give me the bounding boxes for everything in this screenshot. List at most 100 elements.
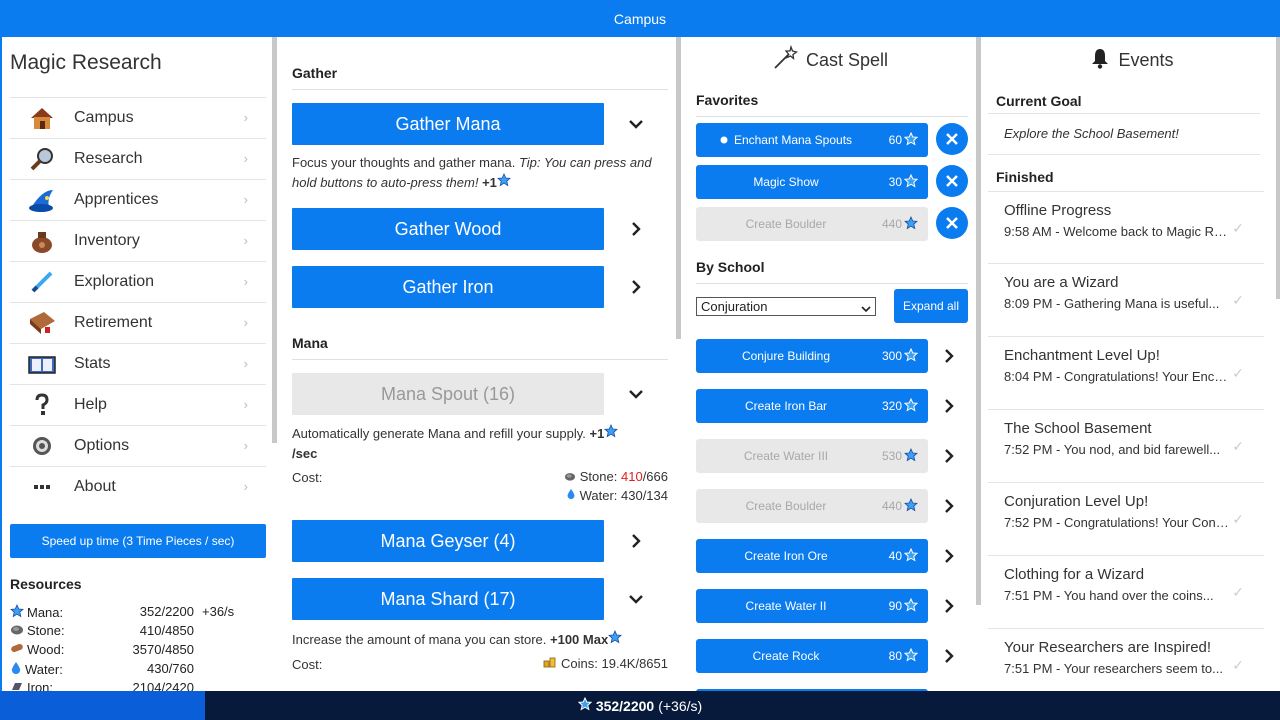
mana-star-icon: [903, 647, 919, 665]
magnifier-icon: [24, 144, 60, 174]
chevron-down-icon[interactable]: [624, 112, 648, 136]
current-goal-heading: Current Goal: [996, 93, 1082, 109]
spell-cost: 80: [888, 649, 902, 663]
spell-name: Magic Show: [753, 175, 819, 189]
spell-name: Create Boulder: [745, 217, 827, 231]
chevron-right-icon: ›: [243, 110, 248, 125]
mana-star-icon: [903, 173, 919, 191]
remove-favorite-button[interactable]: [936, 207, 968, 239]
spells-scrollbar[interactable]: [976, 37, 981, 605]
chevron-right-icon[interactable]: [624, 529, 648, 553]
chevron-right-icon[interactable]: [940, 494, 958, 518]
bell-icon: [1090, 47, 1110, 74]
resource-name: Iron:: [27, 680, 54, 691]
nav-label: About: [74, 478, 116, 495]
event-item[interactable]: Enchantment Level Up! 8:04 PM - Congratu…: [988, 337, 1264, 410]
chevron-right-icon[interactable]: [624, 217, 648, 241]
nav-label: Inventory: [74, 232, 140, 249]
resource-row-mana: Mana: 352/2200 +36/s: [10, 604, 266, 623]
mana-progress-fill: [0, 691, 205, 720]
spell-cost: 90: [888, 599, 902, 613]
mana-spout-button[interactable]: Mana Spout (16): [292, 373, 604, 415]
event-title: The School Basement: [1004, 420, 1152, 437]
chevron-right-icon: ›: [243, 315, 248, 330]
nav-label: Help: [74, 396, 107, 413]
chevron-down-icon[interactable]: [624, 587, 648, 611]
mana-star-icon: [904, 447, 918, 465]
resource-name: Water:: [25, 662, 63, 677]
spell-button-create-iron-bar[interactable]: Create Iron Bar 320: [696, 389, 928, 423]
mana-star-icon: [904, 215, 918, 233]
chevron-right-icon: ›: [243, 356, 248, 371]
event-title: Conjuration Level Up!: [1004, 493, 1149, 510]
check-icon: ✓: [1232, 365, 1244, 381]
chevron-right-icon[interactable]: [940, 344, 958, 368]
event-item[interactable]: Offline Progress 9:58 AM - Welcome back …: [988, 191, 1264, 264]
nav-item-research[interactable]: Research ›: [10, 138, 266, 179]
chevron-right-icon[interactable]: [624, 275, 648, 299]
nav-item-options[interactable]: Options ›: [10, 425, 266, 466]
spell-name: Create Iron Bar: [744, 399, 828, 413]
event-item[interactable]: You are a Wizard 8:09 PM - Gathering Man…: [988, 264, 1264, 337]
mana-star-icon: [903, 597, 919, 615]
gather-mana-button[interactable]: Gather Mana: [292, 103, 604, 145]
spell-button-create-water-iii[interactable]: Create Water III 530: [696, 439, 928, 473]
remove-favorite-button[interactable]: [936, 165, 968, 197]
cost-label: Cost:: [292, 657, 323, 672]
stone-cost-label: Stone:: [579, 469, 618, 484]
spell-button-create-water-ii[interactable]: Create Water II 90: [696, 589, 928, 623]
event-item[interactable]: Conjuration Level Up! 7:52 PM - Congratu…: [988, 483, 1264, 556]
spell-button-create-boulder-favorite[interactable]: Create Boulder 440: [696, 207, 928, 241]
spell-button-create-boulder[interactable]: Create Boulder 440: [696, 489, 928, 523]
school-select[interactable]: Conjuration: [696, 297, 876, 316]
resource-row-wood: Wood: 3570/4850: [10, 642, 266, 661]
spell-button-create-iron-ore[interactable]: Create Iron Ore 40: [696, 539, 928, 573]
mana-shard-cost: Coins: 19.4K/8651: [543, 654, 668, 673]
gather-iron-button[interactable]: Gather Iron: [292, 266, 604, 308]
mana-geyser-button[interactable]: Mana Geyser (4): [292, 520, 604, 562]
active-dot-icon: [720, 133, 728, 147]
nav-item-campus[interactable]: Campus ›: [10, 97, 266, 138]
gather-scrollbar[interactable]: [676, 37, 681, 339]
water-drop-icon: [10, 661, 22, 678]
nav-item-inventory[interactable]: Inventory ›: [10, 220, 266, 261]
event-item[interactable]: The School Basement 7:52 PM - You nod, a…: [988, 410, 1264, 483]
water-drop-icon: [566, 488, 576, 503]
check-icon: ✓: [1232, 292, 1244, 308]
nav-item-help[interactable]: Help ›: [10, 384, 266, 425]
chevron-right-icon: ›: [243, 397, 248, 412]
chevron-right-icon[interactable]: [940, 444, 958, 468]
cast-spell-panel: Cast Spell Favorites Enchant Mana Spouts…: [684, 37, 976, 691]
mana-star-icon: [496, 173, 511, 190]
spell-cost: 440: [881, 217, 902, 231]
chevron-right-icon[interactable]: [940, 594, 958, 618]
spell-button-magic-show[interactable]: Magic Show 30: [696, 165, 928, 199]
chevron-right-icon: ›: [243, 192, 248, 207]
event-item[interactable]: Your Researchers are Inspired! 7:51 PM -…: [988, 629, 1264, 691]
events-scrollbar[interactable]: [1276, 37, 1280, 299]
mana-shard-button[interactable]: Mana Shard (17): [292, 578, 604, 620]
spell-button-conjure-building[interactable]: Conjure Building 300: [696, 339, 928, 373]
spell-button-enchant-mana-spouts[interactable]: Enchant Mana Spouts 60: [696, 123, 928, 157]
event-detail: 7:51 PM - You hand over the coins...: [1004, 588, 1214, 603]
speed-up-time-button[interactable]: Speed up time (3 Time Pieces / sec): [10, 524, 266, 558]
chevron-right-icon: ›: [243, 438, 248, 453]
chevron-right-icon[interactable]: [940, 394, 958, 418]
chevron-right-icon[interactable]: [940, 544, 958, 568]
resource-value: 430/760: [147, 661, 194, 676]
chevron-right-icon[interactable]: [940, 644, 958, 668]
chevron-down-icon[interactable]: [624, 382, 648, 406]
left-sidebar: Magic Research Campus › Research › Appre…: [0, 37, 272, 691]
nav-item-about[interactable]: About ›: [10, 466, 266, 507]
nav-item-retirement[interactable]: Retirement ›: [10, 302, 266, 343]
spell-button-create-rock[interactable]: Create Rock 80: [696, 639, 928, 673]
expand-all-button[interactable]: Expand all: [894, 289, 968, 323]
mana-spout-unit: /sec: [292, 446, 318, 461]
nav-item-stats[interactable]: Stats ›: [10, 343, 266, 384]
gather-wood-button[interactable]: Gather Wood: [292, 208, 604, 250]
event-item[interactable]: Clothing for a Wizard 7:51 PM - You hand…: [988, 556, 1264, 629]
nav-item-exploration[interactable]: Exploration ›: [10, 261, 266, 302]
mana-star-icon: [903, 347, 919, 365]
nav-item-apprentices[interactable]: Apprentices ›: [10, 179, 266, 220]
remove-favorite-button[interactable]: [936, 123, 968, 155]
